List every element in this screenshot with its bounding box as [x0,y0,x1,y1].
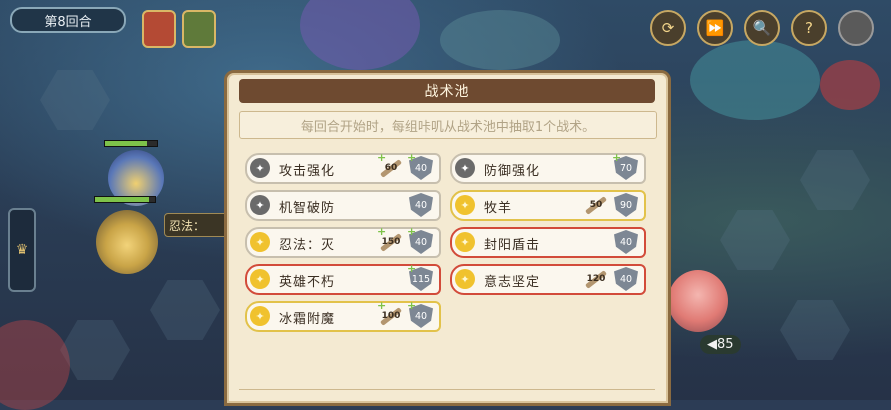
lightbulb-icon: ✦ [455,232,475,252]
shield-icon: 40 [614,267,638,291]
dialog-description: 每回合开始时，每组咔叽从战术池中抽取1个战术。 [239,111,657,139]
plus-icon: + [377,225,387,238]
tactic-name: 机智破防 [279,201,336,216]
shield-icon: 40 [614,230,638,254]
lightbulb-icon: ✦ [455,195,475,215]
fast-forward-icon: ⏩ [705,19,725,37]
round-counter: 第8回合 [10,7,126,33]
attack-value: 100 [381,311,401,321]
tactic-item[interactable]: ✦ 防御强化 70 + [450,151,646,184]
skill-popup: 忍法： [164,213,232,237]
attack-value: 60 [384,163,398,173]
tactic-item[interactable]: ✦ 攻击强化 40 +60 + [245,151,441,184]
tactic-pool-dialog: 战术池 每回合开始时，每组咔叽从战术池中抽取1个战术。 ✦ 攻击强化 40 +60 + ✦… [224,70,671,406]
tactic-item[interactable]: ✦ 封阳盾击 40 [450,227,646,258]
sword-icon: 50 [582,193,610,217]
lightbulb-icon: ✦ [250,306,270,326]
tactic-name: 忍法：灭 [279,238,336,253]
tactic-name: 封阳盾击 [484,238,541,253]
enemy-unit[interactable] [668,270,728,332]
sword-icon: 120 [582,267,610,291]
trophy-side-button[interactable]: ♛ [8,208,36,292]
plus-icon: + [407,225,417,238]
tactic-name: 牧羊 [484,201,513,216]
lightbulb-icon: ✦ [250,158,270,178]
unit-hp-bar [94,196,156,203]
help-button[interactable]: ? [791,10,827,46]
tactic-item[interactable]: ✦ 英雄不朽 115 + [245,262,441,295]
trophy-icon: ♛ [15,242,29,258]
plus-icon: + [612,151,622,164]
plus-icon: + [407,151,417,164]
attack-value: 150 [381,237,401,247]
speed-toggle-icon: ⟳ [661,19,675,37]
tactic-item[interactable]: ✦ 牧羊 90 50 [450,190,646,221]
plus-icon: + [407,262,417,275]
tactic-name: 冰霜附魔 [279,312,336,327]
dialog-divider [239,389,655,400]
lightbulb-icon: ✦ [455,269,475,289]
tactic-item[interactable]: ✦ 机智破防 40 [245,190,441,221]
shield-icon: 90 [614,193,638,217]
lightbulb-icon: ✦ [250,195,270,215]
enemy-value-badge: ◀85 [700,335,741,354]
plus-icon: + [407,299,417,312]
help-icon: ? [805,19,813,37]
settings-button[interactable] [838,10,874,46]
lightbulb-icon: ✦ [455,158,475,178]
speed-toggle-button[interactable]: ⟳ [650,10,686,46]
tactic-name: 英雄不朽 [279,275,336,290]
shield-icon: 40 [409,193,433,217]
plus-icon: + [377,299,387,312]
lightbulb-icon: ✦ [250,269,270,289]
unit-hp-bar [104,140,158,147]
tactic-name: 攻击强化 [279,164,336,179]
search-icon: 🔍 [752,19,772,37]
tactic-item[interactable]: ✦ 冰霜附魔 40 +100 + [245,299,441,332]
tactic-item[interactable]: ✦ 忍法：灭 40 +150 + [245,225,441,258]
player-unit-ninja[interactable] [96,210,158,274]
lightbulb-icon: ✦ [250,232,270,252]
search-button[interactable]: 🔍 [744,10,780,46]
dialog-title: 战术池 [239,79,655,103]
tactic-name: 意志坚定 [484,275,541,290]
attack-value: 50 [589,200,603,210]
relic-icon-1[interactable] [142,10,176,48]
fast-forward-button[interactable]: ⏩ [697,10,733,46]
plus-icon: + [377,151,387,164]
tactic-item[interactable]: ✦ 意志坚定 40 120 [450,264,646,295]
relic-icon-2[interactable] [182,10,216,48]
tactic-name: 防御强化 [484,164,541,179]
attack-value: 120 [586,274,606,284]
